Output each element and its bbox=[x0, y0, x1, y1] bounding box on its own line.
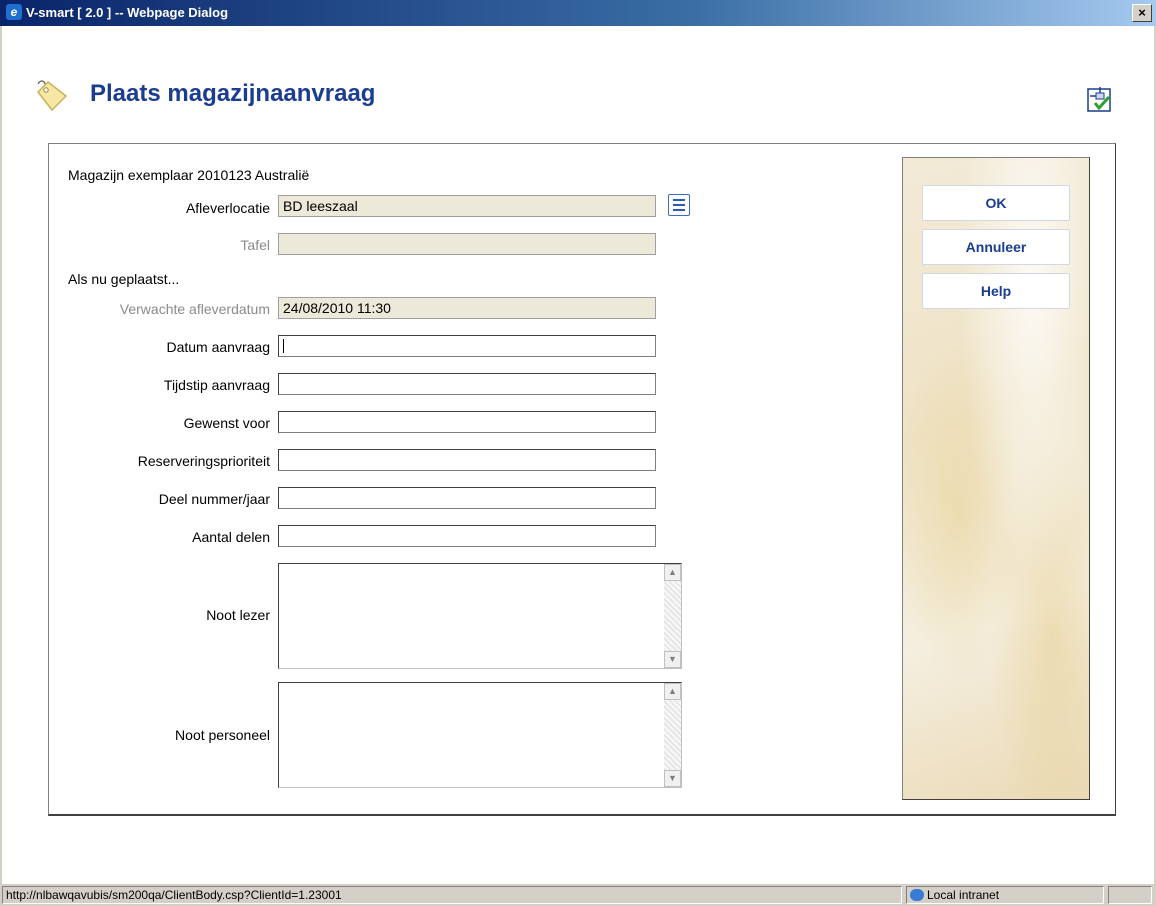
item-line: Magazijn exemplaar 2010123 Australië bbox=[68, 167, 310, 183]
request-time-input[interactable] bbox=[278, 373, 656, 395]
status-url: http://nlbawqavubis/sm200qa/ClientBody.c… bbox=[2, 886, 902, 904]
tree-check-icon[interactable] bbox=[1087, 86, 1113, 112]
delivery-location-field[interactable]: BD leeszaal bbox=[278, 195, 656, 217]
delivery-location-label: Afleverlocatie bbox=[185, 200, 270, 216]
scroll-up-icon[interactable]: ▲ bbox=[664, 683, 681, 700]
ie-icon: e bbox=[6, 4, 22, 20]
intranet-icon bbox=[910, 889, 924, 901]
list-icon[interactable] bbox=[668, 194, 690, 216]
part-input[interactable] bbox=[278, 487, 656, 509]
status-bar: http://nlbawqavubis/sm200qa/ClientBody.c… bbox=[0, 884, 1156, 906]
reader-note-textarea[interactable]: ▲ ▼ bbox=[278, 563, 682, 669]
close-button[interactable]: × bbox=[1132, 4, 1152, 22]
staff-note-textarea[interactable]: ▲ ▼ bbox=[278, 682, 682, 788]
scroll-up-icon[interactable]: ▲ bbox=[664, 564, 681, 581]
ok-button[interactable]: OK bbox=[922, 185, 1070, 221]
cancel-button[interactable]: Annuleer bbox=[922, 229, 1070, 265]
parts-count-input[interactable] bbox=[278, 525, 656, 547]
wanted-for-label: Gewenst voor bbox=[183, 415, 270, 431]
reader-note-scrollbar[interactable]: ▲ ▼ bbox=[664, 564, 681, 668]
help-button[interactable]: Help bbox=[922, 273, 1070, 309]
table-label: Tafel bbox=[240, 237, 270, 253]
table-field bbox=[278, 233, 656, 255]
priority-input[interactable] bbox=[278, 449, 656, 471]
staff-note-scrollbar[interactable]: ▲ ▼ bbox=[664, 683, 681, 787]
request-date-input[interactable] bbox=[278, 335, 656, 357]
scroll-down-icon[interactable]: ▼ bbox=[664, 770, 681, 787]
page-title: Plaats magazijnaanvraag bbox=[90, 80, 376, 107]
reader-note-label: Noot lezer bbox=[206, 607, 270, 623]
request-date-label: Datum aanvraag bbox=[166, 339, 270, 355]
staff-note-label: Noot personeel bbox=[175, 727, 270, 743]
priority-label: Reserveringsprioriteit bbox=[137, 453, 270, 469]
resize-grip[interactable] bbox=[1108, 886, 1152, 904]
parts-count-label: Aantal delen bbox=[192, 529, 270, 545]
window-title: V-smart [ 2.0 ] -- Webpage Dialog bbox=[26, 5, 229, 20]
if-placed-now: Als nu geplaatst... bbox=[68, 271, 180, 287]
status-zone-label: Local intranet bbox=[927, 888, 1000, 902]
expected-delivery-label: Verwachte afleverdatum bbox=[119, 301, 270, 317]
title-bar: e V-smart [ 2.0 ] -- Webpage Dialog × bbox=[0, 0, 1156, 26]
status-zone: Local intranet bbox=[906, 886, 1104, 904]
scroll-down-icon[interactable]: ▼ bbox=[664, 651, 681, 668]
tag-icon bbox=[37, 80, 68, 112]
part-label: Deel nummer/jaar bbox=[158, 491, 270, 507]
wanted-for-input[interactable] bbox=[278, 411, 656, 433]
expected-delivery-field: 24/08/2010 11:30 bbox=[278, 297, 656, 319]
request-time-label: Tijdstip aanvraag bbox=[163, 377, 270, 393]
